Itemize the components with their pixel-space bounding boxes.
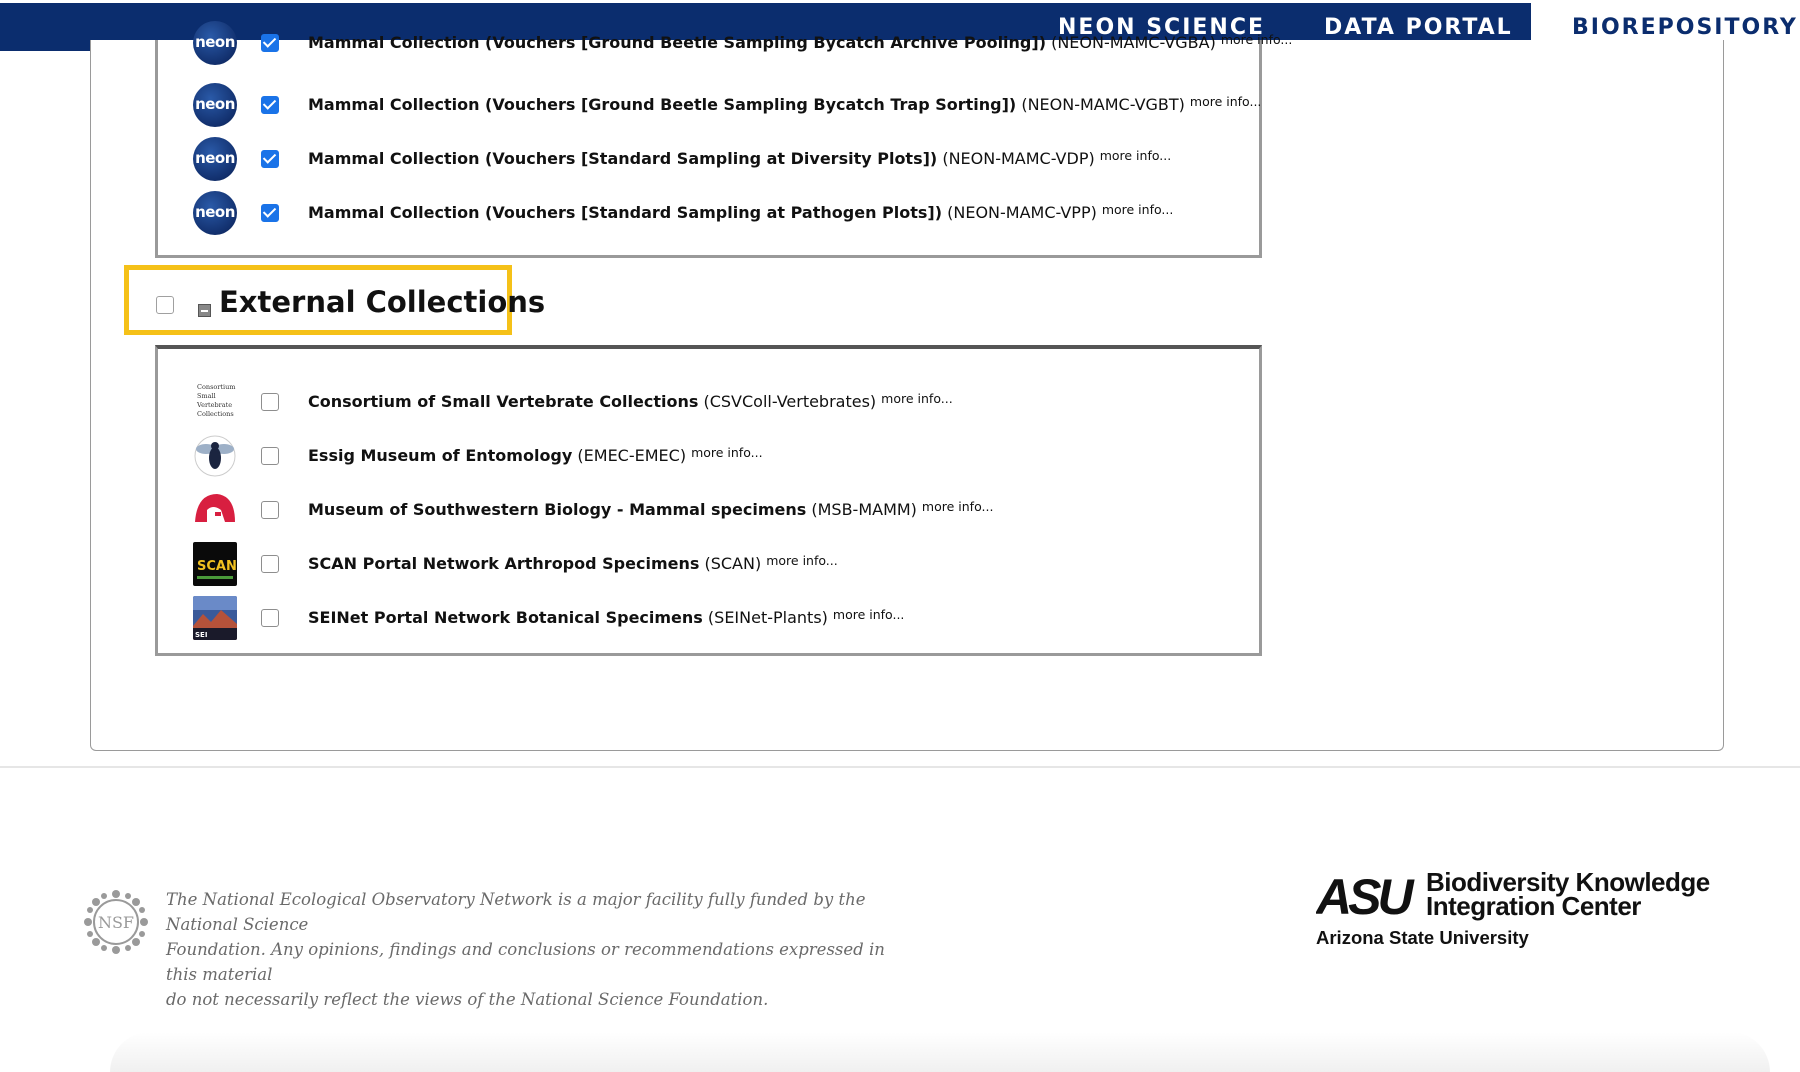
nsf-disclaimer: The National Ecological Observatory Netw… <box>166 887 906 1012</box>
university-name: Arizona State University <box>1316 927 1529 948</box>
bkic-name-line: Integration Center <box>1426 891 1641 921</box>
nsf-seal-icon: NSF <box>84 890 148 954</box>
csvc-logo-icon: Consortium of Small Vertebrate Collectio… <box>193 380 237 424</box>
collection-name: SCAN Portal Network Arthropod Specimens <box>308 554 700 573</box>
disclaimer-line: Foundation. Any opinions, findings and c… <box>166 940 885 984</box>
collection-checkbox[interactable] <box>261 150 279 168</box>
collection-code: (SCAN) <box>704 554 762 573</box>
neon-logo-icon: neon <box>193 83 237 127</box>
collection-checkbox[interactable] <box>261 204 279 222</box>
svg-text:Vertebrate: Vertebrate <box>196 401 232 409</box>
page-bottom-shadow <box>110 1032 1770 1072</box>
collection-label: SEINet Portal Network Botanical Specimen… <box>308 607 904 627</box>
collection-label: SCAN Portal Network Arthropod Specimens … <box>308 553 838 573</box>
external-collections-checkbox[interactable] <box>156 296 174 314</box>
collection-code: (MSB-MAMM) <box>811 500 917 519</box>
svg-text:NSF: NSF <box>98 913 134 932</box>
collapse-icon[interactable] <box>198 304 211 317</box>
seinet-logo-icon: SEI <box>193 596 237 640</box>
collection-checkbox[interactable] <box>261 447 279 465</box>
external-collections-list: Consortium of Small Vertebrate Collectio… <box>155 345 1262 656</box>
more-info-link[interactable]: more info... <box>922 499 994 514</box>
svg-text:SEI: SEI <box>195 631 207 639</box>
collection-code: (CSVColl-Vertebrates) <box>703 392 877 411</box>
divider <box>0 766 1800 768</box>
collection-label: Mammal Collection (Vouchers [Ground Beet… <box>308 94 1261 114</box>
collection-label: Mammal Collection (Vouchers [Standard Sa… <box>308 202 1173 222</box>
neon-logo-icon: neon <box>193 21 237 65</box>
section-title: External Collections <box>219 285 546 319</box>
svg-text:ASU: ASU <box>1316 872 1415 918</box>
bkic-name[interactable]: Biodiversity Knowledge Integration Cente… <box>1426 869 1710 921</box>
collection-code: (NEON-MAMC-VGBA) <box>1051 33 1216 52</box>
svg-text:Collections: Collections <box>197 410 234 418</box>
page-top-edge <box>0 0 1800 3</box>
collection-checkbox[interactable] <box>261 609 279 627</box>
collection-label: Museum of Southwestern Biology - Mammal … <box>308 499 993 519</box>
neon-collections-list: neon Mammal Collection (Vouchers [Ground… <box>155 21 1292 258</box>
svg-text:Consortium of: Consortium of <box>197 383 237 391</box>
collection-name: Mammal Collection (Vouchers [Ground Beet… <box>308 95 1017 114</box>
more-info-link[interactable]: more info... <box>1102 202 1174 217</box>
more-info-link[interactable]: more info... <box>766 553 838 568</box>
collection-checkbox[interactable] <box>261 555 279 573</box>
collection-label: Mammal Collection (Vouchers [Standard Sa… <box>308 148 1171 168</box>
collection-name: Essig Museum of Entomology <box>308 446 573 465</box>
collection-code: (NEON-MAMC-VDP) <box>942 149 1095 168</box>
collection-checkbox[interactable] <box>261 501 279 519</box>
msb-logo-icon <box>193 488 237 532</box>
scan-logo-icon: SCAN <box>193 542 237 586</box>
more-info-link[interactable]: more info... <box>1100 148 1172 163</box>
collection-name: Mammal Collection (Vouchers [Ground Beet… <box>308 33 1046 52</box>
collection-checkbox[interactable] <box>261 34 279 52</box>
more-info-link[interactable]: more info... <box>691 445 763 460</box>
more-info-link[interactable]: more info... <box>833 607 905 622</box>
collection-name: Consortium of Small Vertebrate Collectio… <box>308 392 699 411</box>
collection-code: (NEON-MAMC-VGBT) <box>1021 95 1185 114</box>
collection-label: Essig Museum of Entomology (EMEC-EMEC) mo… <box>308 445 763 465</box>
collection-label: Consortium of Small Vertebrate Collectio… <box>308 391 953 411</box>
svg-text:Small: Small <box>197 392 216 400</box>
more-info-link[interactable]: more info... <box>881 391 953 406</box>
collection-label: Mammal Collection (Vouchers [Ground Beet… <box>308 32 1292 52</box>
more-info-link[interactable]: more info... <box>1221 32 1293 47</box>
collection-code: (NEON-MAMC-VPP) <box>947 203 1097 222</box>
collection-checkbox[interactable] <box>261 393 279 411</box>
collection-code: (EMEC-EMEC) <box>577 446 687 465</box>
svg-text:SCAN: SCAN <box>197 559 237 574</box>
essig-bee-logo-icon <box>194 435 236 477</box>
neon-logo-icon: neon <box>193 191 237 235</box>
collection-code: (SEINet-Plants) <box>707 608 828 627</box>
disclaimer-line: The National Ecological Observatory Netw… <box>166 890 866 934</box>
collection-name: Mammal Collection (Vouchers [Standard Sa… <box>308 149 938 168</box>
neon-logo-icon: neon <box>193 137 237 181</box>
collection-name: SEINet Portal Network Botanical Specimen… <box>308 608 703 627</box>
more-info-link[interactable]: more info... <box>1190 94 1262 109</box>
disclaimer-line: do not necessarily reflect the views of … <box>166 990 769 1009</box>
external-collections-header: External Collections <box>124 265 545 335</box>
collection-name: Museum of Southwestern Biology - Mammal … <box>308 500 807 519</box>
collection-checkbox[interactable] <box>261 96 279 114</box>
collection-name: Mammal Collection (Vouchers [Standard Sa… <box>308 203 943 222</box>
asu-logo-icon[interactable]: ASU <box>1316 872 1430 918</box>
